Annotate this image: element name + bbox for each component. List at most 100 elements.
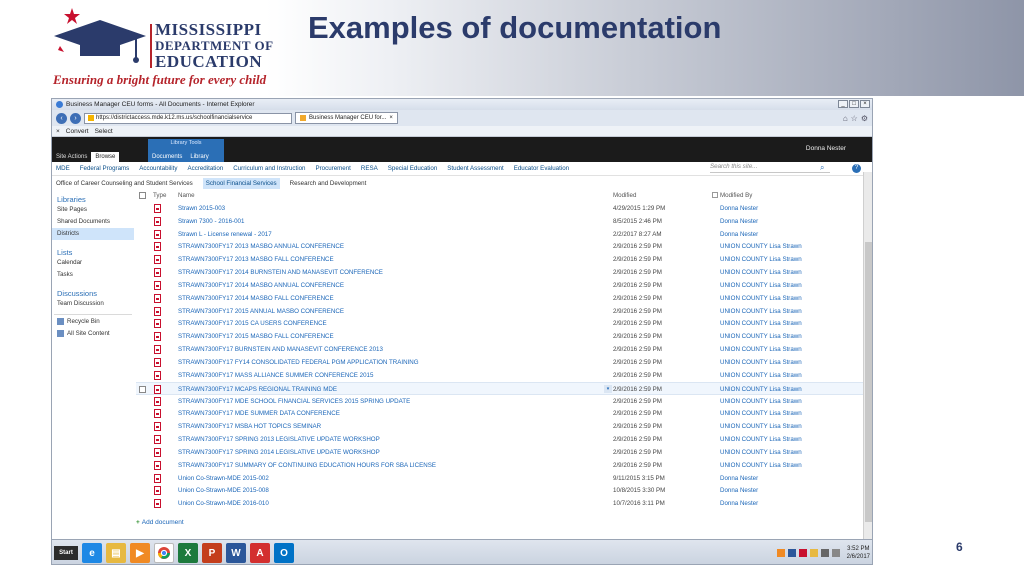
favorites-icon[interactable]: ☆ bbox=[851, 114, 858, 123]
table-row[interactable]: STRAWN7300FY17 SPRING 2013 LEGISLATIVE U… bbox=[136, 433, 864, 446]
browser-tab[interactable]: Business Manager CEU for... × bbox=[295, 112, 398, 124]
modified-by-link[interactable]: Donna Nester bbox=[720, 218, 758, 225]
table-row[interactable]: STRAWN7300FY17 MSBA HOT TOPICS SEMINAR 2/… bbox=[136, 420, 864, 433]
modified-by-link[interactable]: UNION COUNTY Lisa Strawn bbox=[720, 462, 802, 469]
top-nav-item[interactable]: MDE bbox=[56, 165, 70, 172]
modified-by-link[interactable]: UNION COUNTY Lisa Strawn bbox=[720, 436, 802, 443]
modified-by-link[interactable]: UNION COUNTY Lisa Strawn bbox=[720, 386, 802, 393]
address-bar[interactable]: https://districtaccess.mde.k12.ms.us/sch… bbox=[84, 112, 292, 124]
network-icon[interactable] bbox=[820, 549, 829, 557]
modified-by-link[interactable]: Donna Nester bbox=[720, 231, 758, 238]
document-name-link[interactable]: STRAWN7300FY17 2015 CA USERS CONFERENCE bbox=[178, 320, 327, 327]
ribbon-tab-documents[interactable]: Documents bbox=[152, 154, 182, 160]
user-menu[interactable]: Donna Nester bbox=[806, 145, 846, 152]
document-name-link[interactable]: STRAWN7300FY17 2014 MASBO ANNUAL CONFERE… bbox=[178, 282, 344, 289]
document-name-link[interactable]: Union Co-Strawn-MDE 2015-008 bbox=[178, 487, 269, 494]
modified-by-link[interactable]: UNION COUNTY Lisa Strawn bbox=[720, 398, 802, 405]
modified-by-link[interactable]: UNION COUNTY Lisa Strawn bbox=[720, 410, 802, 417]
document-name-link[interactable]: Union Co-Strawn-MDE 2016-010 bbox=[178, 500, 269, 507]
nav-districts[interactable]: Districts bbox=[52, 228, 134, 240]
home-icon[interactable]: ⌂ bbox=[843, 114, 848, 123]
close-icon[interactable]: × bbox=[860, 100, 870, 108]
table-row[interactable]: STRAWN7300FY17 2014 BURNSTEIN AND MANASE… bbox=[136, 266, 864, 279]
powerpoint-taskbar-icon[interactable]: P bbox=[202, 543, 222, 563]
document-name-link[interactable]: STRAWN7300FY17 BURNSTEIN AND MANASEVIT C… bbox=[178, 346, 383, 353]
table-row[interactable]: STRAWN7300FY17 2015 CA USERS CONFERENCE 2… bbox=[136, 317, 864, 330]
table-row[interactable]: Strawn 7300 - 2016-001 8/5/2015 2:46 PM Do… bbox=[136, 215, 864, 228]
modified-by-link[interactable]: UNION COUNTY Lisa Strawn bbox=[720, 269, 802, 276]
top-nav-item[interactable]: Curriculum and Instruction bbox=[233, 165, 305, 172]
gear-icon[interactable]: ⚙ bbox=[861, 114, 868, 123]
volume-icon[interactable] bbox=[831, 549, 840, 557]
document-name-link[interactable]: STRAWN7300FY17 2014 MASBO FALL CONFERENC… bbox=[178, 295, 334, 302]
tray-icon[interactable] bbox=[787, 549, 796, 557]
document-name-link[interactable]: STRAWN7300FY17 MASS ALLIANCE SUMMER CONF… bbox=[178, 372, 373, 379]
tray-icon[interactable] bbox=[798, 549, 807, 557]
top-nav-item[interactable]: Educator Evaluation bbox=[514, 165, 569, 172]
close-cmd-icon[interactable]: × bbox=[56, 128, 60, 135]
search-input[interactable]: Search this site... bbox=[710, 163, 830, 173]
top-nav-item[interactable]: Student Assessment bbox=[447, 165, 503, 172]
table-row[interactable]: STRAWN7300FY17 2013 MASBO FALL CONFERENC… bbox=[136, 253, 864, 266]
table-row[interactable]: STRAWN7300FY17 2013 MASBO ANNUAL CONFERE… bbox=[136, 240, 864, 253]
forward-icon[interactable]: › bbox=[70, 112, 81, 124]
document-name-link[interactable]: STRAWN7300FY17 MDE SCHOOL FINANCIAL SERV… bbox=[178, 398, 410, 405]
table-row[interactable]: Union Co-Strawn-MDE 2016-010 10/7/2016 3:… bbox=[136, 497, 864, 510]
document-name-link[interactable]: STRAWN7300FY17 MDE SUMMER DATA CONFERENC… bbox=[178, 410, 340, 417]
table-row[interactable]: STRAWN7300FY17 MDE SCHOOL FINANCIAL SERV… bbox=[136, 395, 864, 408]
document-name-link[interactable]: STRAWN7300FY17 SPRING 2013 LEGISLATIVE U… bbox=[178, 436, 380, 443]
modified-by-link[interactable]: UNION COUNTY Lisa Strawn bbox=[720, 295, 802, 302]
table-row[interactable]: Strawn L - License renewal - 2017 2/2/201… bbox=[136, 228, 864, 241]
libraries-header[interactable]: Libraries bbox=[52, 195, 134, 204]
modified-by-link[interactable]: Donna Nester bbox=[720, 487, 758, 494]
discussions-header[interactable]: Discussions bbox=[52, 289, 134, 298]
table-row[interactable]: Strawn 2015-003 4/29/2015 1:29 PM Donna Ne… bbox=[136, 202, 864, 215]
table-row[interactable]: STRAWN7300FY17 SUMMARY OF CONTINUING EDU… bbox=[136, 459, 864, 472]
column-type[interactable]: Type bbox=[153, 192, 166, 199]
table-row[interactable]: STRAWN7300FY17 2014 MASBO ANNUAL CONFERE… bbox=[136, 279, 864, 292]
table-row[interactable]: STRAWN7300FY17 BURNSTEIN AND MANASEVIT C… bbox=[136, 343, 864, 356]
modified-by-link[interactable]: UNION COUNTY Lisa Strawn bbox=[720, 372, 802, 379]
column-modified-by[interactable]: Modified By bbox=[720, 192, 752, 199]
top-nav-item[interactable]: Procurement bbox=[315, 165, 350, 172]
ribbon-tab-library[interactable]: Library bbox=[190, 154, 208, 160]
document-name-link[interactable]: STRAWN7300FY17 MCAPS REGIONAL TRAINING M… bbox=[178, 386, 337, 393]
chrome-taskbar-icon[interactable] bbox=[154, 543, 174, 563]
media-player-taskbar-icon[interactable]: ▶ bbox=[130, 543, 150, 563]
search-icon[interactable]: ⌕ bbox=[820, 163, 824, 173]
nav-calendar[interactable]: Calendar bbox=[52, 257, 134, 269]
clock[interactable]: 3:52 PM 2/6/2017 bbox=[847, 545, 870, 561]
document-name-link[interactable]: Strawn 2015-003 bbox=[178, 205, 225, 212]
modified-by-filter-icon[interactable] bbox=[712, 192, 718, 198]
document-name-link[interactable]: STRAWN7300FY17 2015 MASBO FALL CONFERENC… bbox=[178, 333, 334, 340]
modified-by-link[interactable]: Donna Nester bbox=[720, 500, 758, 507]
nav-team-discussion[interactable]: Team Discussion bbox=[52, 298, 134, 310]
sub-nav-item[interactable]: Research and Development bbox=[290, 180, 367, 187]
start-button[interactable]: Start bbox=[54, 546, 78, 560]
table-row[interactable]: Union Co-Strawn-MDE 2015-002 9/11/2015 3:… bbox=[136, 472, 864, 485]
ie-taskbar-icon[interactable]: e bbox=[82, 543, 102, 563]
tray-icon[interactable] bbox=[776, 549, 785, 557]
table-row[interactable]: Union Co-Strawn-MDE 2015-008 10/8/2015 3:… bbox=[136, 484, 864, 497]
table-row[interactable]: STRAWN7300FY17 2015 MASBO FALL CONFERENC… bbox=[136, 330, 864, 343]
modified-by-link[interactable]: UNION COUNTY Lisa Strawn bbox=[720, 256, 802, 263]
nav-site-pages[interactable]: Site Pages bbox=[52, 204, 134, 216]
table-row[interactable]: STRAWN7300FY17 MDE SUMMER DATA CONFERENC… bbox=[136, 407, 864, 420]
table-row[interactable]: STRAWN7300FY17 FY14 CONSOLIDATED FEDERAL… bbox=[136, 356, 864, 369]
item-menu-icon[interactable]: ▾ bbox=[604, 384, 612, 393]
top-nav-item[interactable]: RESA bbox=[361, 165, 378, 172]
table-row[interactable]: STRAWN7300FY17 2014 MASBO FALL CONFERENC… bbox=[136, 292, 864, 305]
back-icon[interactable]: ‹ bbox=[56, 112, 67, 124]
outlook-taskbar-icon[interactable]: O bbox=[274, 543, 294, 563]
modified-by-link[interactable]: UNION COUNTY Lisa Strawn bbox=[720, 243, 802, 250]
acrobat-taskbar-icon[interactable]: A bbox=[250, 543, 270, 563]
document-name-link[interactable]: STRAWN7300FY17 MSBA HOT TOPICS SEMINAR bbox=[178, 423, 321, 430]
document-name-link[interactable]: STRAWN7300FY17 SUMMARY OF CONTINUING EDU… bbox=[178, 462, 436, 469]
select-button[interactable]: Select bbox=[95, 128, 113, 135]
document-name-link[interactable]: STRAWN7300FY17 2015 ANNUAL MASBO CONFERE… bbox=[178, 308, 344, 315]
table-row[interactable]: STRAWN7300FY17 SPRING 2014 LEGISLATIVE U… bbox=[136, 446, 864, 459]
lists-header[interactable]: Lists bbox=[52, 248, 134, 257]
document-name-link[interactable]: Union Co-Strawn-MDE 2015-002 bbox=[178, 475, 269, 482]
vertical-scrollbar[interactable] bbox=[863, 172, 872, 539]
tab-close-icon[interactable]: × bbox=[389, 113, 393, 123]
